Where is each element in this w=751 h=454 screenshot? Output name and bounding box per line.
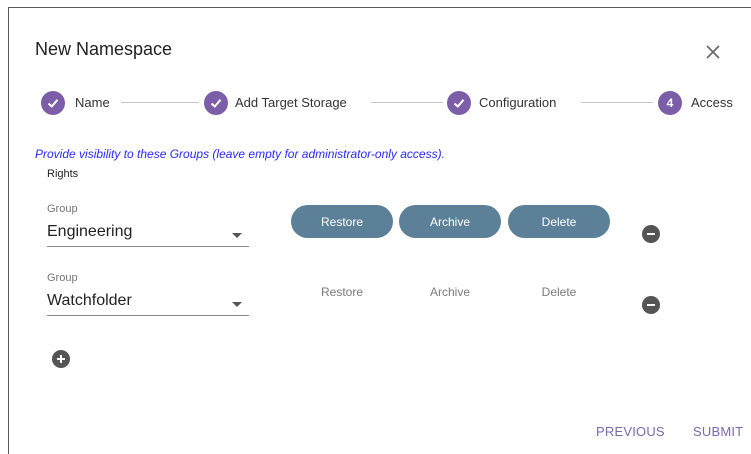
step-connector [581,102,653,103]
group-select[interactable]: Engineering [47,217,249,247]
step-target-storage-check-icon[interactable] [204,91,228,115]
step-access-number: 4 [666,96,674,110]
step-name-check-icon[interactable] [41,91,65,115]
group-row: Group Engineering Restore Archive Delete [47,203,737,253]
new-namespace-dialog: New Namespace Name Add Target Storage Co… [8,7,751,454]
access-hint: Provide visibility to these Groups (leav… [35,147,445,161]
archive-right-button[interactable]: Archive [399,275,501,308]
remove-group-button[interactable] [642,296,660,314]
step-connector [371,102,443,103]
step-access-label: Access [691,95,733,110]
remove-group-button[interactable] [642,225,660,243]
delete-right-button[interactable]: Delete [508,205,610,238]
restore-right-button[interactable]: Restore [291,205,393,238]
minus-circle-icon [647,304,655,306]
group-select[interactable]: Watchfolder [47,286,249,316]
chevron-down-icon [232,233,242,238]
previous-button[interactable]: PREVIOUS [596,424,665,439]
close-icon [706,45,720,59]
add-group-button[interactable] [52,350,70,368]
group-row: Group Watchfolder Restore Archive Delete [47,272,737,322]
step-configuration-check-icon[interactable] [447,91,471,115]
step-connector [121,102,199,103]
group-select-value: Watchfolder [47,292,132,309]
group-field-label: Group [47,272,78,284]
stepper: Name Add Target Storage Configuration 4 … [41,91,751,115]
plus-circle-icon [57,355,65,363]
restore-right-button[interactable]: Restore [291,275,393,308]
close-button[interactable] [701,40,725,64]
step-target-storage-label: Add Target Storage [235,95,347,110]
minus-circle-icon [647,233,655,235]
dialog-title: New Namespace [35,39,173,59]
step-access-number-icon[interactable]: 4 [658,91,682,115]
step-configuration-label: Configuration [479,95,557,110]
rights-heading: Rights [47,168,79,180]
delete-right-button[interactable]: Delete [508,275,610,308]
group-field-label: Group [47,203,78,215]
group-select-value: Engineering [47,223,133,240]
chevron-down-icon [232,302,242,307]
archive-right-button[interactable]: Archive [399,205,501,238]
submit-button[interactable]: SUBMIT [693,424,743,439]
step-name-label: Name [75,95,110,110]
